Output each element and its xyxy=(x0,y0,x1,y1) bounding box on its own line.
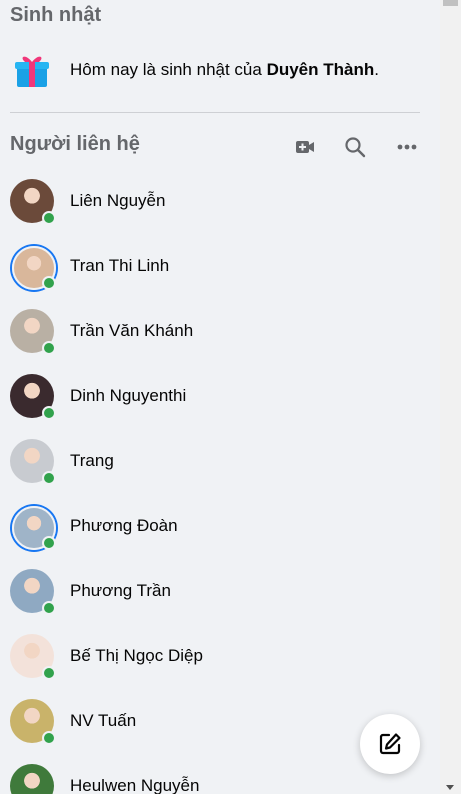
contact-row[interactable]: Trần Văn Khánh xyxy=(0,298,440,363)
birthdays-title: Sinh nhật xyxy=(10,4,102,26)
birthday-text-suffix: . xyxy=(374,60,379,79)
contact-name: Dinh Nguyenthi xyxy=(70,385,187,405)
compose-icon xyxy=(379,733,401,755)
gift-icon xyxy=(10,48,54,92)
scroll-down-arrow-icon[interactable] xyxy=(446,785,454,790)
avatar-container xyxy=(8,697,56,745)
scrollbar[interactable] xyxy=(440,0,461,794)
avatar-container xyxy=(8,502,56,550)
avatar-container xyxy=(8,242,56,290)
contact-name: Liên Nguyễn xyxy=(70,190,166,210)
online-status-dot xyxy=(42,210,56,225)
contact-row[interactable]: Phương Trần xyxy=(0,558,440,623)
contact-row[interactable]: Tran Thi Linh xyxy=(0,233,440,298)
right-sidebar: Sinh nhật Hôm nay là sinh nhật của Duyên… xyxy=(0,0,440,794)
online-status-dot xyxy=(42,340,56,355)
avatar xyxy=(10,763,54,794)
video-plus-icon xyxy=(296,141,314,153)
contact-name: Trang xyxy=(70,450,114,470)
contact-row[interactable]: Liên Nguyễn xyxy=(0,168,440,233)
new-message-button[interactable] xyxy=(360,714,420,774)
birthday-notice[interactable]: Hôm nay là sinh nhật của Duyên Thành. xyxy=(10,48,430,92)
avatar-container xyxy=(8,372,56,420)
more-options-button[interactable] xyxy=(389,129,425,165)
online-status-dot xyxy=(42,405,56,420)
birthday-person-name[interactable]: Duyên Thành xyxy=(267,60,375,79)
contact-name: NV Tuấn xyxy=(70,710,137,730)
online-status-dot xyxy=(42,730,56,745)
contact-row[interactable]: Trang xyxy=(0,428,440,493)
online-status-dot xyxy=(42,665,56,680)
contact-name: Phương Trần xyxy=(70,580,171,600)
divider xyxy=(10,112,420,113)
online-status-dot xyxy=(42,275,56,290)
avatar-container xyxy=(8,307,56,355)
avatar-container xyxy=(8,177,56,225)
contact-name: Tran Thi Linh xyxy=(70,255,170,275)
contact-row[interactable]: Phương Đoàn xyxy=(0,493,440,558)
new-room-button[interactable] xyxy=(287,129,323,165)
online-status-dot xyxy=(42,535,56,550)
contact-name: Trần Văn Khánh xyxy=(70,320,194,340)
search-icon xyxy=(345,137,366,158)
contact-name: Heulwen Nguyễn xyxy=(70,775,200,794)
more-icon xyxy=(397,144,417,150)
avatar-container xyxy=(8,632,56,680)
contact-name: Phương Đoàn xyxy=(70,515,178,535)
contact-name: Bế Thị Ngọc Diệp xyxy=(70,645,203,665)
contacts-title: Người liên hệ xyxy=(10,133,140,155)
online-status-dot xyxy=(42,470,56,485)
avatar-container xyxy=(8,437,56,485)
avatar-container xyxy=(8,567,56,615)
birthday-text: Hôm nay là sinh nhật của Duyên Thành. xyxy=(70,60,379,80)
contact-row[interactable]: Dinh Nguyenthi xyxy=(0,363,440,428)
scrollbar-thumb[interactable] xyxy=(443,0,458,6)
birthday-text-prefix: Hôm nay là sinh nhật của xyxy=(70,60,267,79)
search-contacts-button[interactable] xyxy=(337,129,373,165)
contact-list: Liên Nguyễn Tran Thi Linh Trần Văn Khánh Di… xyxy=(0,168,440,794)
contact-row[interactable]: Bế Thị Ngọc Diệp xyxy=(0,623,440,688)
online-status-dot xyxy=(42,600,56,615)
avatar-container xyxy=(8,762,56,794)
